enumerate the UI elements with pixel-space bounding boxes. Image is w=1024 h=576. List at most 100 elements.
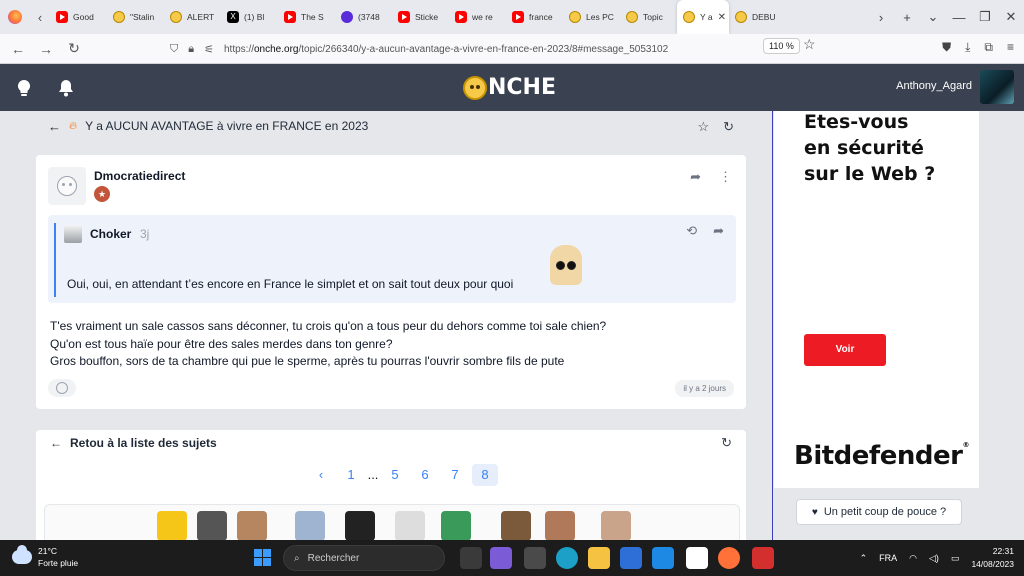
back-to-list-link[interactable]: ← Retou à la liste des sujets — [50, 436, 217, 450]
minimize-button[interactable]: — — [946, 10, 972, 25]
widgets-icon[interactable] — [524, 547, 546, 569]
language-indicator[interactable]: FRA — [879, 553, 897, 563]
page-link[interactable]: 5 — [380, 464, 410, 486]
bell-icon[interactable] — [56, 78, 76, 98]
browser-tab[interactable]: Sticke — [392, 0, 449, 34]
extensions-icon[interactable]: ⧉ — [984, 40, 993, 55]
avatar[interactable] — [48, 167, 86, 205]
url-field[interactable]: ⛉ 🔒︎ ⚟ https://onche.org/topic/266340/y-… — [170, 38, 822, 60]
site-header: NCHE Anthony_Agard — [0, 64, 1024, 111]
avatar[interactable] — [980, 70, 1014, 104]
share-icon[interactable]: ➦ — [713, 223, 724, 239]
new-tab-icon[interactable]: + — [894, 10, 920, 25]
forward-icon[interactable]: → — [32, 41, 60, 57]
onche-icon — [569, 11, 581, 23]
shield-icon[interactable]: ⛉ — [170, 43, 178, 56]
wifi-icon[interactable]: ◠ — [909, 553, 917, 564]
page-link[interactable]: 1 — [336, 464, 366, 486]
browser-tab[interactable]: Topic — [620, 0, 677, 34]
lightbulb-icon[interactable] — [14, 78, 34, 98]
browser-tab[interactable]: we re — [449, 0, 506, 34]
restore-button[interactable]: ❐ — [972, 9, 998, 25]
browser-tab[interactable]: ALERT — [164, 0, 221, 34]
zoom-level[interactable]: 110 % — [763, 38, 800, 54]
topic-title: Y a AUCUN AVANTAGE à vivre en FRANCE en … — [85, 119, 369, 133]
file-explorer-icon[interactable] — [588, 547, 610, 569]
support-button[interactable]: ♥ Un petit coup de pouce ? — [796, 499, 962, 525]
browser-tab[interactable]: X (1) Bl — [221, 0, 278, 34]
windows-start-icon[interactable] — [254, 549, 271, 566]
page-ellipsis: ... — [367, 467, 379, 482]
share-icon[interactable]: ➦ — [690, 169, 701, 185]
chevron-up-icon[interactable]: ⌃ — [860, 553, 868, 564]
firefox-icon[interactable] — [718, 547, 740, 569]
taskbar-search[interactable]: ⌕ Rechercher — [283, 545, 445, 571]
username[interactable]: Anthony_Agard — [896, 80, 972, 92]
download-icon[interactable]: ⤓ — [965, 40, 970, 55]
app-icon[interactable] — [652, 547, 674, 569]
clock[interactable]: 22:31 14/08/2023 — [971, 545, 1014, 571]
sticker[interactable] — [197, 511, 227, 540]
browser-tab[interactable]: "Stalin — [107, 0, 164, 34]
sticker[interactable] — [441, 511, 471, 540]
browser-tab-active[interactable]: Y a ✕ — [677, 0, 729, 34]
pocket-icon[interactable]: ⛊ — [942, 40, 951, 55]
weather-widget[interactable]: 21°C Forte pluie — [12, 545, 78, 569]
close-window-button[interactable]: ✕ — [998, 9, 1024, 25]
store-icon[interactable] — [686, 547, 708, 569]
sticker[interactable] — [545, 511, 575, 540]
more-options-icon[interactable]: ⋮ — [719, 169, 732, 185]
sticker[interactable] — [395, 511, 425, 540]
volume-icon[interactable]: ◁) — [929, 553, 939, 564]
history-icon[interactable]: ⟲ — [686, 223, 697, 239]
site-logo[interactable]: NCHE — [463, 75, 556, 100]
advertisement[interactable]: Etes-vous en sécurité sur le Web ? Voir … — [774, 111, 979, 488]
ad-headline: Etes-vous en sécurité sur le Web ? — [804, 111, 936, 185]
sticker[interactable] — [601, 511, 631, 540]
chevron-down-icon[interactable]: ⌄ — [920, 9, 946, 25]
cloud-rain-icon — [12, 545, 32, 564]
sticker[interactable] — [237, 511, 267, 540]
tab-scroll-right-icon[interactable]: › — [868, 10, 894, 25]
edge-icon[interactable] — [556, 547, 578, 569]
refresh-icon[interactable]: ↻ — [721, 435, 732, 451]
quote-text: Oui, oui, en attendant t’es encore en Fr… — [67, 277, 514, 291]
task-view-icon[interactable] — [460, 547, 482, 569]
back-arrow-icon[interactable]: ← — [48, 119, 61, 134]
quote-author[interactable]: Choker — [90, 227, 131, 241]
ad-cta-button[interactable]: Voir — [804, 334, 886, 366]
sticker[interactable] — [501, 511, 531, 540]
close-icon[interactable]: ✕ — [718, 12, 726, 23]
browser-tab[interactable]: The S — [278, 0, 335, 34]
bookmark-star-icon[interactable]: ☆ — [803, 36, 816, 53]
forum-post: Dmocratiedirect ★ ➦ ⋮ Choker 3j ⟲ ➦ Oui,… — [36, 155, 746, 409]
current-page[interactable]: 8 — [472, 464, 498, 486]
battery-icon[interactable]: ▭ — [951, 553, 960, 564]
favorite-star-icon[interactable]: ☆ — [697, 119, 709, 135]
app-icon[interactable] — [752, 547, 774, 569]
browser-tab[interactable]: Les PC — [563, 0, 620, 34]
firefox-icon[interactable] — [8, 10, 22, 24]
refresh-icon[interactable]: ↻ — [723, 119, 734, 135]
page-link[interactable]: 7 — [440, 464, 470, 486]
teams-icon[interactable] — [490, 547, 512, 569]
browser-tab[interactable]: france — [506, 0, 563, 34]
lock-icon[interactable]: 🔒︎ — [188, 43, 194, 56]
browser-tab[interactable]: (3748 — [335, 0, 392, 34]
sticker[interactable] — [345, 511, 375, 540]
permissions-icon[interactable]: ⚟ — [204, 43, 214, 56]
back-icon[interactable]: ← — [4, 41, 32, 57]
browser-tab[interactable]: DEBU — [729, 0, 786, 34]
sticker[interactable] — [295, 511, 325, 540]
reload-icon[interactable]: ↻ — [60, 40, 88, 57]
app-icon[interactable] — [620, 547, 642, 569]
reaction-button[interactable] — [48, 379, 76, 397]
previous-page-icon[interactable]: ‹ — [306, 464, 336, 486]
menu-icon[interactable]: ≡ — [1007, 40, 1014, 55]
tab-scroll-left-icon[interactable]: ‹ — [30, 10, 50, 25]
avatar[interactable] — [64, 225, 82, 243]
browser-tab[interactable]: Good — [50, 0, 107, 34]
page-link[interactable]: 6 — [410, 464, 440, 486]
post-author[interactable]: Dmocratiedirect — [94, 169, 185, 183]
sticker[interactable] — [157, 511, 187, 540]
